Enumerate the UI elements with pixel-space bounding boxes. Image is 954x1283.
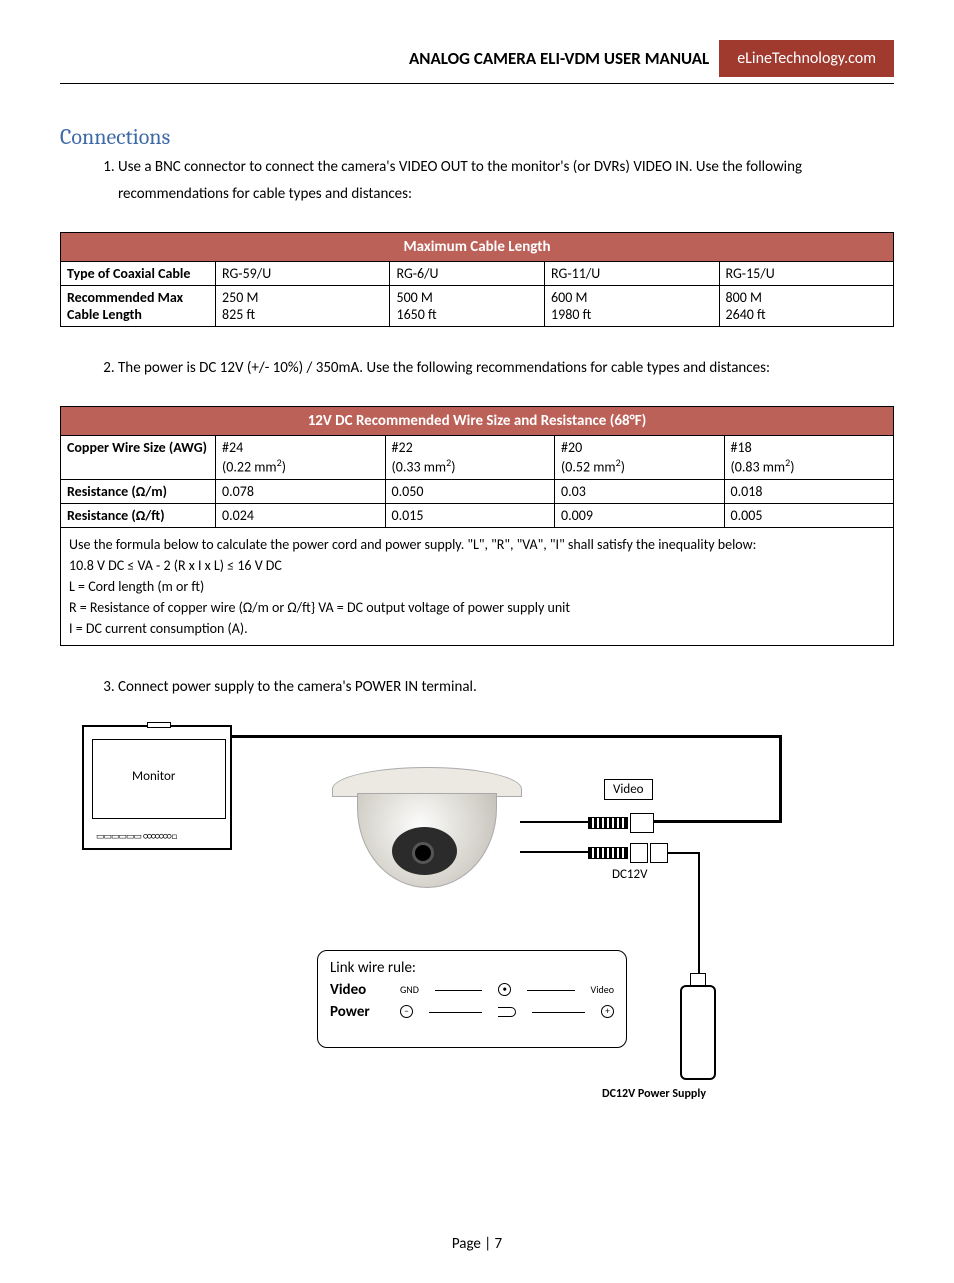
table1-title: Maximum Cable Length — [61, 233, 894, 262]
t2-cell: #22(0.33 mm2) — [385, 436, 555, 480]
t2-cell: #24(0.22 mm2) — [216, 436, 386, 480]
dc-jack-icon — [650, 843, 668, 863]
formula-cell: Use the formula below to calculate the p… — [61, 527, 894, 645]
t2-cell: 0.078 — [216, 479, 386, 503]
rule-title: Link wire rule: — [330, 959, 614, 977]
connection-diagram: Monitor ▭▭▭▭▭▭ ○○○○○○○ □ Video DC12V Lin… — [82, 725, 802, 1115]
bnc-connector-icon — [630, 813, 654, 833]
dc12v-label: DC12V — [612, 867, 647, 882]
t2-cell: 0.024 — [216, 503, 386, 527]
link-wire-rule-box: Link wire rule: Video GND • Video Power … — [317, 950, 627, 1048]
dc-connector-icon — [588, 847, 628, 859]
section-title: Connections — [60, 124, 894, 150]
t1-cell: RG-6/U — [390, 262, 545, 286]
t2-cell: 0.009 — [555, 503, 725, 527]
table2-title: 12V DC Recommended Wire Size and Resista… — [61, 407, 894, 436]
video-small-label: Video — [591, 983, 614, 996]
instruction-list: Use a BNC connector to connect the camer… — [60, 154, 894, 208]
t2-row3-label: Resistance (Ω/ft) — [61, 503, 216, 527]
monitor-label: Monitor — [132, 769, 175, 784]
t2-cell: #18(0.83 mm2) — [724, 436, 894, 480]
t1-cell: 800 M2640 ft — [719, 286, 894, 327]
monitor-controls-icon: ▭▭▭▭▭▭ ○○○○○○○ □ — [96, 831, 176, 842]
psu-label: DC12V Power Supply — [602, 1087, 706, 1101]
t2-cell: 0.050 — [385, 479, 555, 503]
rule-video-label: Video — [330, 981, 384, 999]
power-supply-icon — [680, 985, 716, 1080]
header-title: ANALOG CAMERA ELI-VDM USER MANUAL — [60, 40, 719, 77]
list-item-2: The power is DC 12V (+/- 10%) / 350mA. U… — [118, 355, 894, 382]
page-header: ANALOG CAMERA ELI-VDM USER MANUAL eLineT… — [60, 40, 894, 77]
plus-icon: + — [601, 1005, 614, 1018]
minus-icon: − — [400, 1005, 413, 1018]
instruction-list: Connect power supply to the camera's POW… — [60, 674, 894, 701]
t2-cell: 0.005 — [724, 503, 894, 527]
dot-icon: • — [498, 983, 511, 996]
t1-cell: RG-11/U — [545, 262, 719, 286]
page-footer: Page | 7 — [60, 1235, 894, 1253]
rule-power-label: Power — [330, 1003, 384, 1021]
t1-cell: 250 M825 ft — [216, 286, 390, 327]
t1-cell: RG-59/U — [216, 262, 390, 286]
header-brand: eLineTechnology.com — [719, 40, 894, 77]
dc-plug-icon — [630, 843, 648, 863]
dome-camera-icon — [332, 767, 522, 897]
t1-cell: 500 M1650 ft — [390, 286, 545, 327]
list-item-3: Connect power supply to the camera's POW… — [118, 674, 894, 701]
cable-length-table: Maximum Cable Length Type of Coaxial Cab… — [60, 232, 894, 327]
instruction-list: The power is DC 12V (+/- 10%) / 350mA. U… — [60, 355, 894, 382]
t1-row1-label: Type of Coaxial Cable — [61, 262, 216, 286]
t1-cell: RG-15/U — [719, 262, 894, 286]
t1-cell: 600 M1980 ft — [545, 286, 719, 327]
monitor-icon: Monitor ▭▭▭▭▭▭ ○○○○○○○ □ — [82, 725, 232, 850]
header-rule — [60, 83, 894, 84]
t1-row2-label: Recommended Max Cable Length — [61, 286, 216, 327]
t2-cell: #20(0.52 mm2) — [555, 436, 725, 480]
t2-cell: 0.018 — [724, 479, 894, 503]
gnd-label: GND — [400, 983, 419, 996]
video-label: Video — [604, 779, 653, 800]
t2-row2-label: Resistance (Ω/m) — [61, 479, 216, 503]
t2-cell: 0.015 — [385, 503, 555, 527]
video-connector-icon — [588, 817, 628, 829]
wire-resistance-table: 12V DC Recommended Wire Size and Resista… — [60, 406, 894, 646]
t2-row1-label: Copper Wire Size (AWG) — [61, 436, 216, 480]
t2-cell: 0.03 — [555, 479, 725, 503]
list-item-1: Use a BNC connector to connect the camer… — [118, 154, 894, 208]
